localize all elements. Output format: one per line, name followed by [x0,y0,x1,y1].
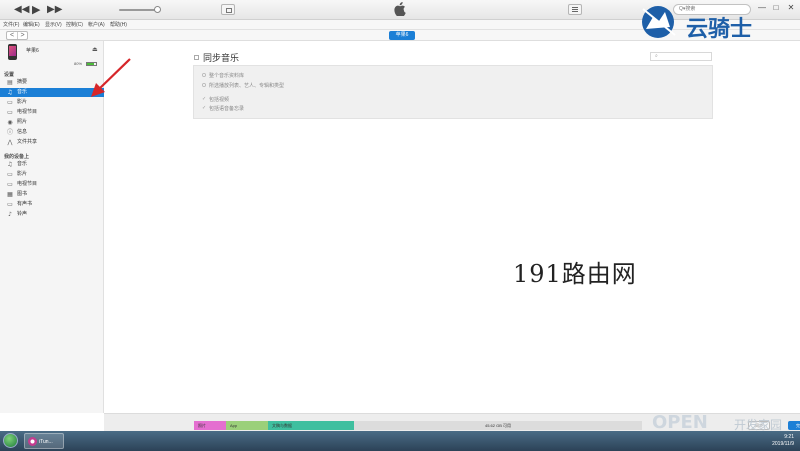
include-videos-checkbox[interactable]: ✓ [202,96,206,102]
done-button[interactable]: 完成 [788,421,800,430]
settings-item-label: 电视节目 [17,109,38,115]
red-arrow-annotation [91,58,131,97]
history-arrows: < > [6,31,28,40]
watermark-open-brand: OPEN [652,412,708,433]
device-item-label: 铃声 [17,211,28,217]
device-item-label: 图书 [17,191,28,197]
windows-taskbar: iTun... 9:21 2019/11/9 [0,431,800,451]
menu-controls[interactable]: 控制(C) [66,21,83,29]
menu-file[interactable]: 文件(F) [3,21,19,29]
device-item-icon: ▦ [7,191,13,198]
device-item-icon: ▭ [7,201,13,208]
next-track-icon[interactable]: ▶▶ [47,4,62,16]
system-clock[interactable]: 9:21 2019/11/9 [758,434,794,448]
device-name: 苹果6 [26,48,39,54]
menu-account[interactable]: 帐户(A) [88,21,105,29]
sync-music-title: 同步音乐 [203,54,240,64]
start-button[interactable] [3,433,18,448]
storage-segment-free: 45.62 GB 可用 [354,421,642,430]
itunes-window: ◀◀ ▶ ▶▶ Q▾搜索 — □ ✕ 文件(F) 编辑(E) 显示(V) 控制(… [0,0,800,431]
device-item-1[interactable]: ▭ 影片 [0,170,104,179]
settings-item-label: 信息 [17,129,28,135]
settings-item-icon: ◉ [7,119,13,126]
include-videos-label: 包括视频 [209,97,230,103]
device-item-3[interactable]: ▦ 图书 [0,190,104,199]
play-icon[interactable]: ▶ [32,4,40,16]
minimize-button[interactable]: — [757,3,767,13]
device-item-icon: ▭ [7,181,13,188]
clock-time: 9:21 [784,434,794,440]
device-item-label: 电视节目 [17,181,38,187]
settings-item-icon: ⓘ [6,129,13,136]
device-item-icon: ♪ [8,211,12,218]
settings-item-5[interactable]: ⓘ 信息 [0,128,104,137]
on-my-device-heading: 我的设备上 [4,154,30,160]
settings-item-3[interactable]: ▭ 电视节目 [0,108,104,117]
storage-segment-photos: 照片 [194,421,226,430]
include-voice-memos-checkbox[interactable]: ✓ [202,105,206,111]
settings-item-icon: ▭ [7,99,13,106]
settings-item-2[interactable]: ▭ 影片 [0,98,104,107]
menu-edit[interactable]: 编辑(E) [23,21,40,29]
settings-item-label: 摘要 [17,79,28,85]
device-item-5[interactable]: ♪ 铃声 [0,210,104,219]
storage-segment-apps: App [226,421,268,430]
taskbar-itunes-label: iTun... [39,439,53,445]
iphone-icon [8,44,17,60]
apple-logo-icon [392,2,408,18]
back-button[interactable]: < [7,32,17,39]
selected-playlists-radio[interactable] [202,83,206,87]
sync-music-checkbox[interactable] [194,55,199,60]
settings-heading: 设置 [4,72,15,78]
include-voice-memos-label: 包括语音备忘录 [209,106,245,112]
device-item-label: 有声书 [17,201,33,207]
settings-item-icon: ♫ [7,89,13,96]
settings-item-icon: ▭ [7,109,13,116]
device-item-4[interactable]: ▭ 有声书 [0,200,104,209]
airplay-button[interactable] [221,4,235,15]
device-tab[interactable]: 苹果6 [389,31,415,40]
music-search-input[interactable]: ⌕ [650,52,712,61]
menu-view[interactable]: 显示(V) [45,21,62,29]
device-item-0[interactable]: ♫ 音乐 [0,160,104,169]
storage-segment-documents: 文稿与数据 [268,421,354,430]
forward-button[interactable]: > [17,32,27,39]
settings-item-4[interactable]: ◉ 照片 [0,118,104,127]
selected-playlists-label: 所选播放列表、艺人、专辑和类型 [209,83,285,89]
close-button[interactable]: ✕ [786,3,796,13]
settings-item-label: 文件共享 [17,139,38,145]
settings-item-6[interactable]: ⋀ 文件共享 [0,138,104,147]
entire-library-label: 整个音乐资料库 [209,73,245,79]
settings-item-label: 照片 [17,119,28,125]
watermark-center-text: 191路由网 [513,260,637,288]
device-item-icon: ♫ [7,161,13,168]
previous-track-icon[interactable]: ◀◀ [14,4,29,16]
itunes-icon [28,437,37,446]
menu-help[interactable]: 帮助(H) [110,21,127,29]
settings-item-label: 音乐 [17,89,28,95]
maximize-button[interactable]: □ [771,3,781,13]
settings-item-icon: ▤ [7,79,13,86]
sync-options-panel [193,65,713,119]
settings-item-icon: ⋀ [7,139,13,146]
taskbar-itunes-button[interactable]: iTun... [24,433,64,449]
settings-item-label: 影片 [17,99,28,105]
eject-icon[interactable]: ⏏ [92,46,98,53]
device-item-icon: ▭ [7,171,13,178]
device-item-label: 影片 [17,171,28,177]
battery-percent: 80% [74,61,83,66]
volume-slider[interactable] [119,9,157,11]
search-icon: ⌕ [655,53,658,59]
volume-knob[interactable] [154,6,161,13]
clock-date: 2019/11/9 [772,441,794,447]
watermark-logo-text: 云骑士 [686,17,753,42]
knight-logo-icon [642,6,676,38]
device-item-2[interactable]: ▭ 电视节目 [0,180,104,189]
entire-library-radio[interactable] [202,73,206,77]
up-next-button[interactable] [568,4,582,15]
device-item-label: 音乐 [17,161,28,167]
